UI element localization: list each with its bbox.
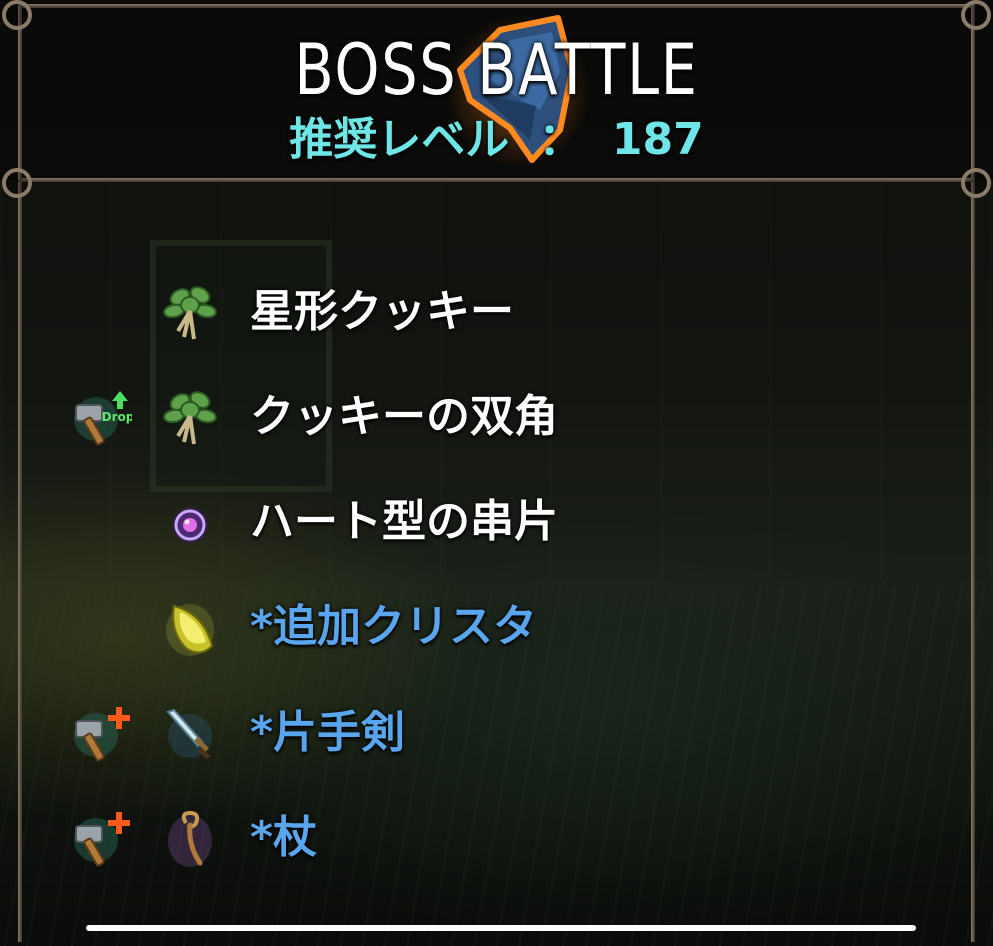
- smith-plus-hammer-icon: [74, 812, 130, 867]
- reward-name: *杖: [250, 812, 318, 863]
- reward-row: Drop クッキーの双角: [60, 382, 940, 452]
- reward-row: *片手剣: [60, 698, 940, 768]
- herb-leaf-icon: [163, 391, 217, 445]
- frame-corner-icon: [961, 0, 991, 30]
- level-label: 推奨レベル: [289, 114, 510, 165]
- frame-left-border-lower: [18, 182, 22, 942]
- reward-name: *片手剣: [250, 707, 406, 758]
- yellow-crystal-icon: [166, 604, 214, 656]
- reward-row: *杖: [60, 803, 940, 873]
- one-handed-sword-icon: [166, 708, 212, 760]
- reward-name: ハート型の串片: [250, 496, 558, 547]
- smith-plus-hammer-icon: [74, 707, 130, 762]
- reward-name: 星形クッキー: [250, 286, 514, 337]
- frame-corner-icon: [961, 168, 991, 198]
- reward-name: *追加クリスタ: [250, 601, 538, 652]
- level-value: 187: [611, 114, 704, 165]
- recommended-level: 推奨レベル ： 187: [0, 110, 993, 170]
- boss-battle-title: BOSS BATTLE: [294, 29, 699, 111]
- staff-icon: [168, 810, 212, 867]
- reward-name: クッキーの双角: [250, 391, 558, 442]
- reward-row: *追加クリスタ: [60, 592, 940, 662]
- drop-label: Drop: [102, 410, 132, 424]
- frame-top-border: [18, 4, 975, 8]
- reward-row: 星形クッキー: [60, 277, 940, 347]
- frame-right-border-lower: [971, 182, 975, 942]
- reward-row: ハート型の串片: [60, 487, 940, 557]
- purple-orb-icon: [172, 507, 208, 543]
- boss-battle-screen: BOSS BATTLE 推奨レベル ： 187 星形クッキー Drop クッキー…: [0, 0, 993, 946]
- home-indicator-bar[interactable]: [86, 925, 916, 931]
- level-separator: ：: [538, 114, 583, 165]
- drop-up-hammer-icon: Drop: [74, 391, 132, 446]
- frame-corner-icon: [2, 168, 32, 198]
- herb-leaf-icon: [163, 286, 217, 340]
- frame-divider: [18, 178, 975, 182]
- frame-corner-icon: [2, 0, 32, 30]
